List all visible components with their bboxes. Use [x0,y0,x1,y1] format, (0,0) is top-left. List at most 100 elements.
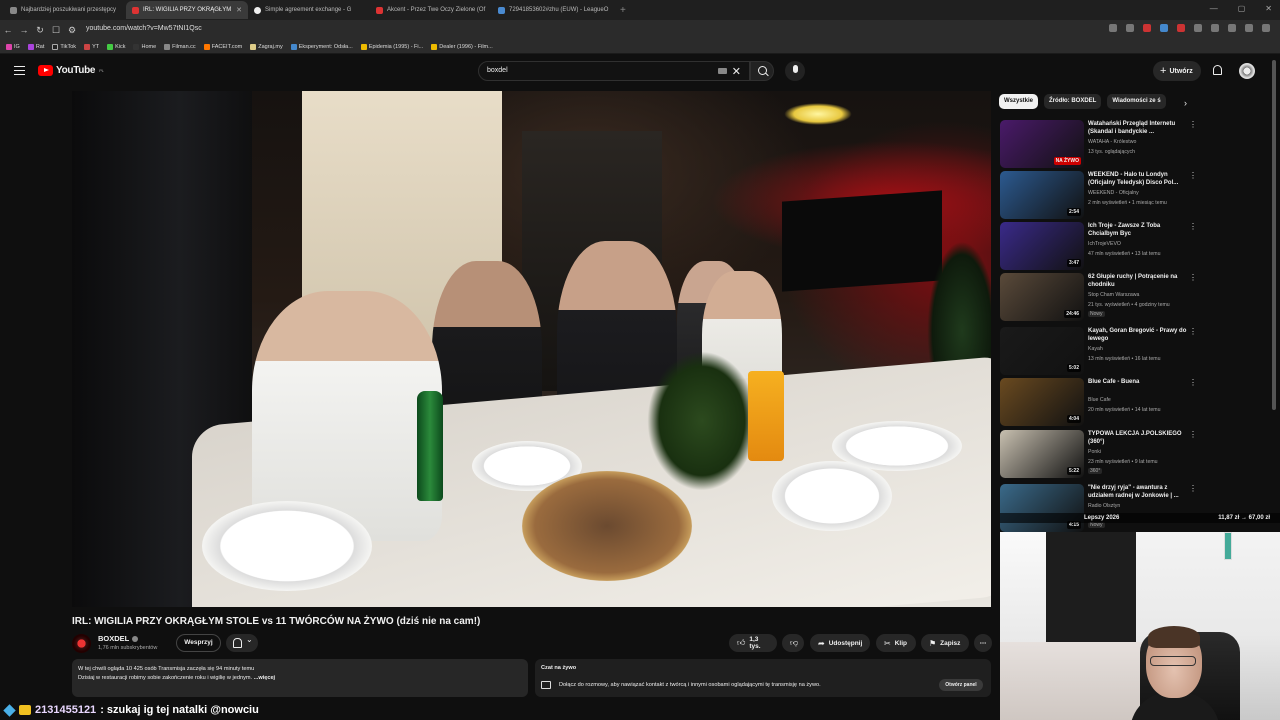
recommendation-item[interactable]: 5:02 Kayah, Goran Bregović - Prawy do lew… [1000,327,1197,375]
bookmark-page-icon[interactable]: ☐ [48,25,64,36]
recommendation-channel[interactable]: WEEKEND - Oficjalny [1088,190,1139,196]
page-scrollbar[interactable] [1272,60,1276,410]
more-actions-button[interactable]: ⋯ [974,634,992,652]
recommendation-thumbnail[interactable]: 5:02 [1000,327,1084,375]
bookmark-item[interactable]: Epidemia (1995) - Fi... [360,43,423,50]
recommendation-thumbnail[interactable]: 24:46 [1000,273,1084,321]
chip-all[interactable]: Wszystkie [999,94,1039,109]
video-description[interactable]: W tej chwili ogląda 10 425 osób Transmis… [72,659,528,697]
channel-avatar[interactable] [72,634,91,653]
recommendation-channel[interactable]: Blue Cafe [1088,397,1111,403]
recommendation-item[interactable]: 4:15 "Nie drzyj ryja" - awantura z udział… [1000,484,1197,532]
recommendation-title[interactable]: WEEKEND - Halo tu Londyn (Oficjalny Tele… [1088,171,1188,187]
recommendation-title[interactable]: TYPOWA LEKCJA J.POLSKIEGO (360°) [1088,430,1188,446]
cast-icon[interactable] [1109,24,1117,32]
recommendation-thumbnail[interactable]: 5:22 [1000,430,1084,478]
recommendation-thumbnail[interactable]: 2:54 [1000,171,1084,219]
clip-button[interactable]: ✂ Klip [876,634,916,652]
more-vert-icon[interactable]: ⋮ [1189,484,1197,493]
more-vert-icon[interactable]: ⋮ [1189,430,1197,439]
browser-tab[interactable]: Simple agreement exchange - G [248,1,370,19]
clear-search-icon[interactable]: ✕ [732,65,741,78]
reload-icon[interactable]: ↻ [32,25,48,36]
chip-news[interactable]: Wiadomości ze ś [1107,94,1166,109]
notifications-icon[interactable] [1213,65,1222,75]
recommendation-title[interactable]: 62 Głupie ruchy | Potrącenie na chodniku [1088,273,1188,289]
recommendation-item[interactable]: 5:22 TYPOWA LEKCJA J.POLSKIEGO (360°) Ponk… [1000,430,1197,478]
close-window-icon[interactable]: ✕ [1265,4,1272,13]
more-vert-icon[interactable]: ⋮ [1189,273,1197,282]
site-info-icon[interactable]: ⚙ [64,25,80,36]
more-vert-icon[interactable]: ⋮ [1189,378,1197,387]
recommendation-channel[interactable]: IchTrojeVEVO [1088,241,1121,247]
search-input[interactable]: boxdel ✕ [478,61,750,81]
bookmark-item[interactable]: Rat [27,43,44,50]
recommendation-channel[interactable]: WATAHA - Królestwo [1088,139,1136,145]
support-button[interactable]: Wesprzyj [176,634,221,652]
recommendation-item[interactable]: 3:47 Ich Troje - Zawsze Z Toba Chcialbym … [1000,222,1197,270]
back-icon[interactable]: ← [0,25,16,35]
recommendation-thumbnail[interactable]: NA ŻYWO [1000,120,1084,168]
bookmark-item[interactable]: Kick [107,43,125,50]
browser-tab[interactable]: 72941853602#zhu (EUW) - LeagueO [492,1,614,19]
recommendation-thumbnail[interactable]: 4:15 [1000,484,1084,532]
recommendation-title[interactable]: "Nie drzyj ryja" - awantura z udziałem r… [1088,484,1188,500]
menu-icon[interactable] [1262,24,1270,32]
share-button[interactable]: ➦ Udostępnij [810,634,870,652]
chip-source[interactable]: Źródło: BOXDEL [1044,94,1102,109]
more-vert-icon[interactable]: ⋮ [1189,222,1197,231]
bookmark-item[interactable]: Dealer (1996) - Film... [431,43,493,50]
recommendation-channel[interactable]: Kayah [1088,346,1103,352]
maximize-icon[interactable]: ▢ [1238,4,1246,13]
bookmark-item[interactable]: FACEIT.com [203,43,242,50]
extension-icon[interactable] [1194,24,1202,32]
extension-icon[interactable] [1211,24,1219,32]
bookmark-item[interactable]: TikTok [52,43,76,50]
forward-icon[interactable]: → [16,25,32,35]
recommendation-title[interactable]: Kayah, Goran Bregović - Prawy do lewego [1088,327,1188,343]
recommendation-thumbnail[interactable]: 4:04 [1000,378,1084,426]
browser-tab[interactable]: Akcent - Przez Twe Oczy Zielone (Of [370,1,492,19]
recommendation-thumbnail[interactable]: 3:47 [1000,222,1084,270]
create-button[interactable]: + Utwórz [1153,61,1201,81]
show-more-link[interactable]: ...więcej [254,675,275,681]
voice-search-icon[interactable] [785,61,805,81]
recommendation-title[interactable]: Watahański Przegląd Internetu (Skandal i… [1088,120,1188,136]
bookmark-item[interactable]: YT [84,43,99,50]
more-vert-icon[interactable]: ⋮ [1189,171,1197,180]
bookmark-item[interactable]: Filman.cc [164,43,196,50]
open-panel-button[interactable]: Otwórz panel [939,679,983,691]
save-button[interactable]: ⚑ Zapisz [921,634,969,652]
guide-menu-icon[interactable] [14,66,25,75]
profile-icon[interactable] [1245,24,1253,32]
more-vert-icon[interactable]: ⋮ [1189,120,1197,129]
recommendation-channel[interactable]: Ponki [1088,449,1101,455]
search-button[interactable] [750,61,774,81]
more-vert-icon[interactable]: ⋮ [1189,327,1197,336]
recommendation-title[interactable]: Blue Cafe - Buena [1088,378,1188,386]
share-icon[interactable] [1126,24,1134,32]
account-avatar[interactable] [1239,63,1255,79]
browser-tab[interactable]: Najbardziej poszukiwani przestępcy [4,1,126,19]
minimize-icon[interactable]: — [1210,4,1218,13]
keyboard-icon[interactable] [718,68,727,74]
youtube-logo[interactable]: YouTube PL [38,65,104,76]
bookmark-item[interactable]: Zagraj.my [250,43,283,50]
video-player[interactable] [72,91,991,607]
recommendation-item[interactable]: NA ŻYWO Watahański Przegląd Internetu (Sk… [1000,120,1197,168]
chevron-right-icon[interactable]: › [1184,98,1187,108]
recommendation-item[interactable]: 24:46 62 Głupie ruchy | Potrącenie na cho… [1000,273,1197,321]
recommendation-title[interactable]: Ich Troje - Zawsze Z Toba Chcialbym Byc [1088,222,1188,238]
subscription-bell-button[interactable] [226,634,258,652]
download-icon[interactable] [1228,24,1236,32]
dislike-button[interactable]: 👎︎ [782,634,804,652]
bookmark-item[interactable]: Home [133,43,156,50]
extension-icon[interactable] [1143,24,1151,32]
recommendation-channel[interactable]: Stop Cham Warszawa [1088,292,1139,298]
bookmark-item[interactable]: Eksperyment: Odsła... [290,43,353,50]
new-tab-icon[interactable]: + [620,5,626,16]
url-field[interactable]: youtube.com/watch?v=Mw57tNI1Qsc [86,25,202,32]
channel-name[interactable]: BOXDEL [98,634,139,643]
extension-icon[interactable] [1177,24,1185,32]
recommendation-channel[interactable]: Radio Olsztyn [1088,503,1120,509]
